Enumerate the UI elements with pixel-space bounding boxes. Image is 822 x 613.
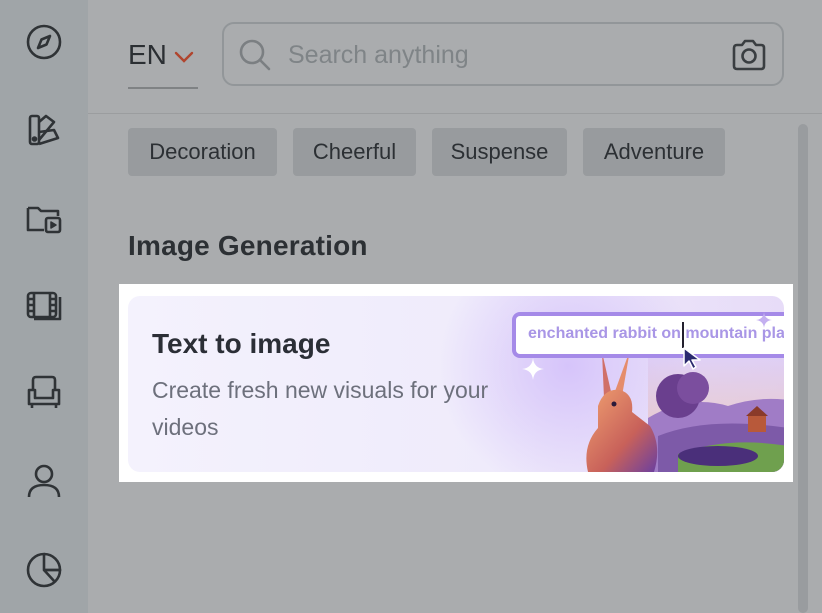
scrollbar[interactable] (798, 124, 808, 613)
chip-adventure[interactable]: Adventure (583, 128, 725, 176)
sparkle-icon (522, 358, 544, 380)
text-cursor (682, 322, 684, 348)
main-content: EN Decoration Cheerful Suspense Adventur… (88, 0, 822, 613)
sidebar-item-explore[interactable] (22, 20, 66, 64)
sidebar-item-media[interactable] (22, 283, 66, 327)
sidebar-item-analytics[interactable] (22, 548, 66, 592)
search-input[interactable] (288, 36, 708, 74)
sidebar-item-profile[interactable] (22, 459, 66, 503)
card-description: Create fresh new visuals for your videos (152, 377, 489, 440)
mouse-pointer-icon (683, 347, 701, 370)
section-title: Image Generation (128, 230, 368, 261)
sidebar-item-elements[interactable] (22, 370, 66, 414)
language-label: EN (128, 39, 167, 70)
top-bar: EN (88, 0, 822, 114)
chip-label: Adventure (603, 139, 705, 164)
palette-icon (28, 114, 60, 146)
film-stack-icon (26, 291, 62, 321)
chip-suspense[interactable]: Suspense (432, 128, 567, 176)
search-bar (222, 22, 784, 86)
sidebar-item-design[interactable] (22, 108, 66, 152)
search-icon (239, 39, 271, 71)
pie-chart-icon (26, 552, 62, 588)
video-folder-icon (26, 206, 62, 234)
prompt-example-box: enchanted rabbit on mountain plain (512, 312, 784, 358)
chip-label: Suspense (450, 139, 549, 164)
language-selector[interactable]: EN (128, 36, 198, 89)
prompt-example-text: enchanted rabbit on mountain plain (528, 325, 784, 342)
compass-icon (26, 24, 62, 60)
sparkle-icon (756, 312, 772, 328)
card-highlight: Text to image Create fresh new visuals f… (119, 284, 793, 482)
chip-cheerful[interactable]: Cheerful (293, 128, 416, 176)
user-icon (27, 464, 61, 498)
sidebar (0, 0, 88, 613)
chip-label: Cheerful (312, 139, 397, 164)
text-to-image-card[interactable]: Text to image Create fresh new visuals f… (128, 296, 784, 472)
chip-label: Decoration (149, 139, 256, 164)
sidebar-item-projects[interactable] (22, 196, 66, 240)
card-title: Text to image (152, 328, 331, 359)
chip-decoration[interactable]: Decoration (128, 128, 277, 176)
camera-icon[interactable] (730, 38, 768, 72)
armchair-icon (27, 375, 61, 408)
chevron-down-icon (174, 51, 194, 63)
